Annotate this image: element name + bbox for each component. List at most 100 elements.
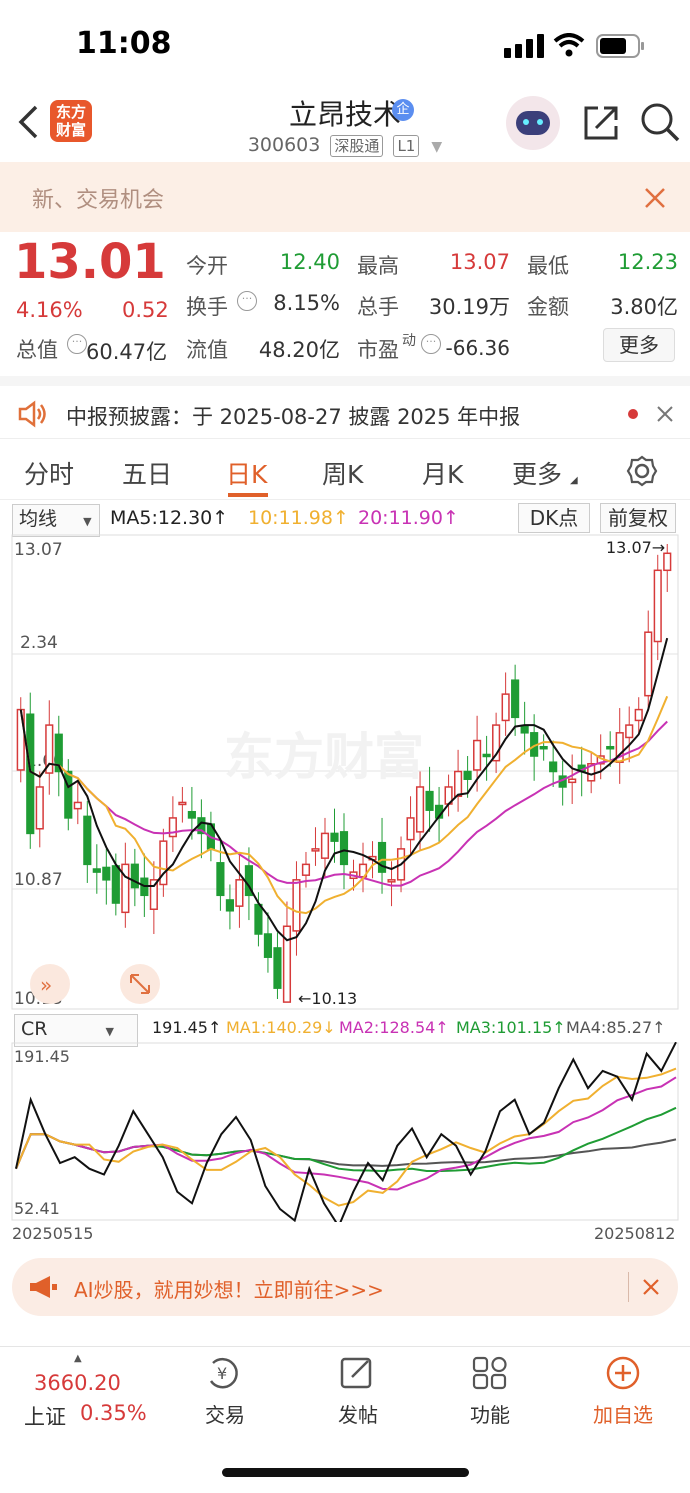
- kline-chart-area: 均线 ▼ MA5:12.30↑ 10:11.98↑ 20:11.90↑ DK点 …: [0, 500, 690, 1245]
- candle-body: [273, 947, 282, 989]
- candlestick-chart[interactable]: 东方财富 13.07 2.34 1.60 10.87 10.13 13.07→ …: [0, 534, 690, 1014]
- cr-ma1: MA1:140.29↓: [226, 1018, 336, 1037]
- tab-trade[interactable]: ¥ 交易: [175, 1355, 275, 1428]
- candle-body: [644, 631, 653, 697]
- candle-body: [482, 753, 491, 758]
- banner-text: 新、交易机会: [32, 188, 165, 213]
- tab-weekly-k[interactable]: 周K: [322, 455, 363, 491]
- candle-body: [225, 899, 234, 912]
- ma5-value: MA5:12.30↑: [110, 507, 229, 529]
- trade-icon: ¥: [209, 1357, 238, 1389]
- low-label: 最低: [527, 254, 569, 278]
- candle-body: [454, 770, 463, 798]
- dk-point-button[interactable]: DK点: [518, 503, 590, 533]
- tab-monthly-k[interactable]: 月K: [422, 455, 463, 491]
- opportunity-banner[interactable]: 新、交易机会: [0, 162, 690, 232]
- low-value: 12.23: [617, 250, 678, 274]
- high-value: 13.07: [449, 250, 510, 274]
- notice-bar[interactable]: 中报预披露：于 2025-08-27 披露 2025 年中报: [0, 376, 690, 438]
- candle-body: [539, 745, 548, 750]
- turnover-label: 换手: [186, 295, 228, 319]
- unread-dot: [628, 409, 638, 419]
- stock-code: 300603: [247, 134, 321, 156]
- float-value: 48.20亿: [258, 338, 340, 362]
- tab-more[interactable]: 更多: [512, 455, 562, 491]
- status-bar: 11:08: [0, 0, 690, 90]
- candle-body: [653, 569, 662, 643]
- share-icon[interactable]: [582, 104, 620, 142]
- watermark: 东方财富: [224, 728, 424, 786]
- candle-body: [549, 761, 558, 773]
- candle-body: [301, 863, 311, 876]
- candle-body: [130, 863, 139, 889]
- tab-post[interactable]: 发帖: [308, 1355, 408, 1428]
- y-label: 2.34: [20, 633, 58, 653]
- post-label: 发帖: [338, 1403, 378, 1427]
- candle-body: [178, 801, 187, 806]
- cr-y-top: 191.45: [14, 1047, 70, 1066]
- svg-text:¥: ¥: [217, 1364, 227, 1383]
- close-icon[interactable]: [656, 405, 674, 423]
- info-icon[interactable]: ···: [421, 334, 441, 354]
- index-name[interactable]: 上证: [24, 1401, 66, 1431]
- status-time: 11:08: [76, 26, 172, 61]
- add-circle-icon: [606, 1356, 640, 1390]
- double-chevron-icon: »: [40, 973, 52, 997]
- speaker-icon: [18, 400, 46, 428]
- volume-value: 30.19万: [428, 295, 510, 319]
- tab-five-day[interactable]: 五日: [122, 455, 172, 491]
- volume-label: 总手: [357, 295, 399, 319]
- info-icon[interactable]: ···: [237, 291, 257, 311]
- indicator-label: CR: [21, 1018, 48, 1040]
- ma20-value: 20:11.90↑: [358, 507, 459, 529]
- open-value: 12.40: [279, 250, 340, 274]
- add-label: 加自选: [593, 1403, 653, 1427]
- index-pct[interactable]: 0.35%: [80, 1401, 147, 1425]
- cr-chart[interactable]: 191.45 52.41: [0, 1042, 690, 1222]
- more-button[interactable]: 更多: [603, 328, 675, 362]
- function-label: 功能: [470, 1403, 510, 1427]
- float-label: 流值: [186, 338, 228, 362]
- pe-sup: 动: [402, 333, 416, 349]
- adjust-button[interactable]: 前复权: [600, 503, 676, 533]
- amount-label: 金额: [527, 295, 569, 319]
- candle-body: [292, 879, 301, 932]
- assistant-avatar[interactable]: [506, 96, 560, 150]
- tab-daily-k[interactable]: 日K: [226, 455, 267, 491]
- candle-body: [92, 868, 101, 873]
- quote-panel: 13.01 4.16% 0.52 今开 12.40 最高 13.07 最低 12…: [0, 232, 690, 374]
- tab-intraday[interactable]: 分时: [24, 455, 74, 491]
- dk-label: DK点: [529, 506, 579, 530]
- info-icon[interactable]: ···: [67, 334, 87, 354]
- enterprise-badge: 企: [392, 99, 414, 121]
- battery-icon: [596, 34, 644, 58]
- candle-body: [111, 865, 120, 904]
- tab-function[interactable]: 功能: [440, 1355, 540, 1428]
- tab-add-watchlist[interactable]: 加自选: [573, 1355, 673, 1428]
- cr-ma2: MA2:128.54↑: [339, 1018, 449, 1037]
- mktcap-label: 总值: [16, 338, 58, 362]
- candle-body: [415, 786, 425, 833]
- candle-body: [568, 778, 577, 784]
- cr-ma3: MA3:101.15↑: [456, 1018, 566, 1037]
- ai-promo-bar[interactable]: AI炒股，就用妙想！立即前往>>>: [12, 1258, 678, 1316]
- candle-body: [406, 817, 415, 841]
- change-value: 0.52: [122, 298, 169, 322]
- candle-body: [320, 832, 330, 859]
- turnover-value: 8.15%: [273, 291, 340, 315]
- index-value[interactable]: 3660.20: [34, 1371, 121, 1395]
- open-label: 今开: [186, 254, 228, 278]
- candle-body: [339, 831, 349, 866]
- ma-selector[interactable]: 均线 ▼: [12, 504, 100, 537]
- candle-body: [501, 693, 510, 722]
- signal-icon: [504, 34, 544, 58]
- close-icon[interactable]: [644, 187, 666, 209]
- pe-label: 市盈: [357, 338, 399, 362]
- cr-ma1-line: [15, 1067, 677, 1207]
- date-start: 20250515: [12, 1224, 94, 1243]
- settings-icon[interactable]: [626, 455, 658, 487]
- ma10-value: 10:11.98↑: [248, 507, 349, 529]
- search-icon[interactable]: [640, 102, 680, 144]
- close-icon[interactable]: [642, 1278, 660, 1296]
- candle-body: [425, 790, 434, 811]
